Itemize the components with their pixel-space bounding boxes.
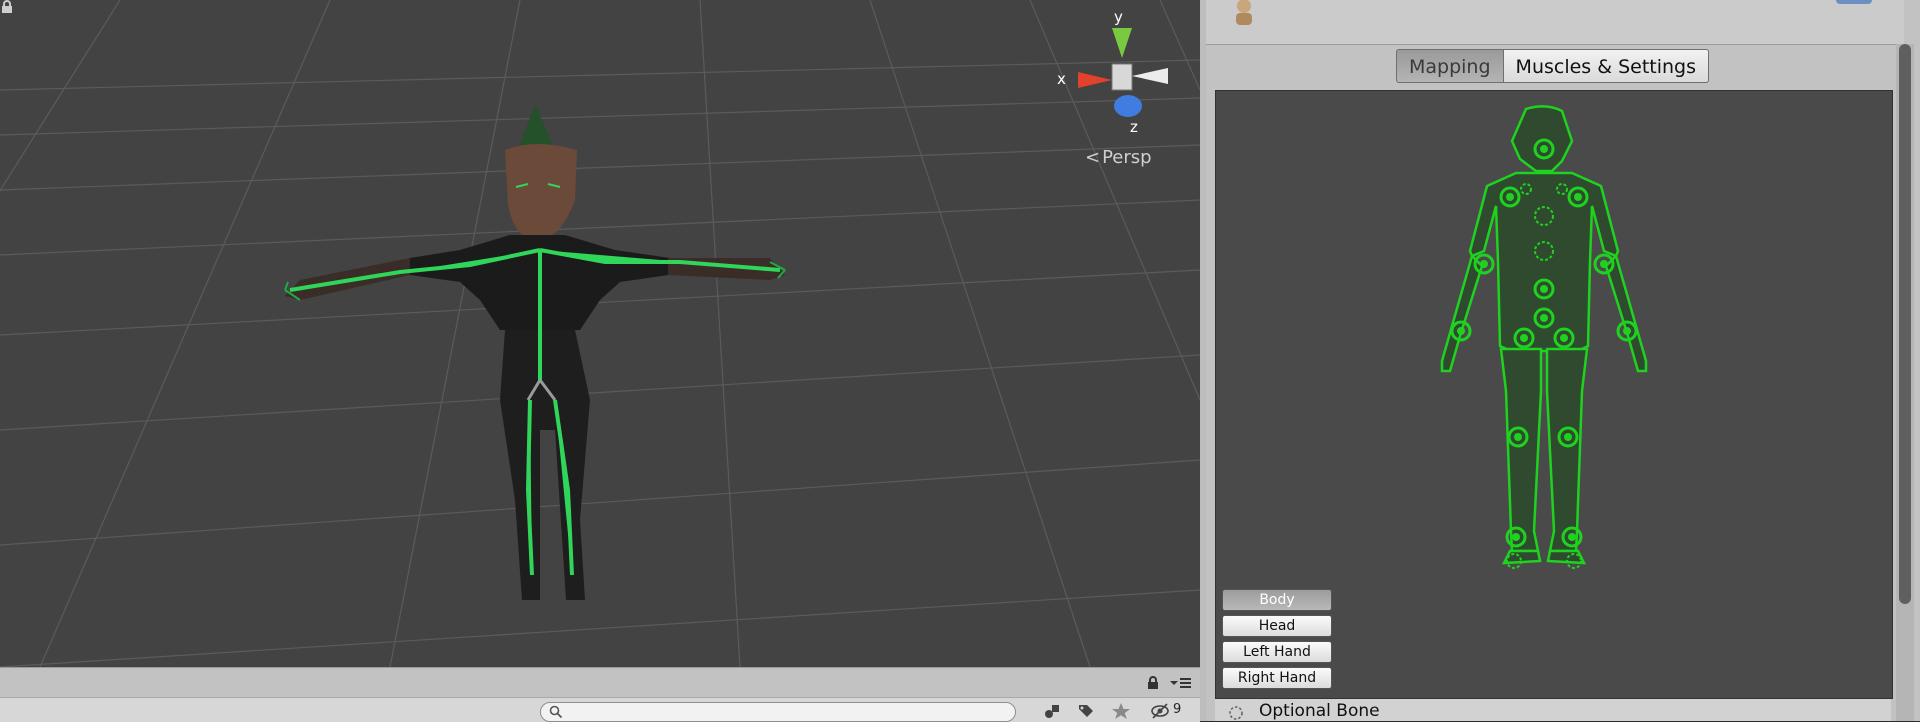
search-field[interactable] <box>540 702 1016 722</box>
window-tab-icon[interactable] <box>1836 0 1872 4</box>
optional-bone-icon <box>1229 706 1243 720</box>
project-toolbar: 9 <box>0 697 1200 722</box>
gizmo-x-label: x <box>1057 70 1066 88</box>
gizmo-z-label: z <box>1130 118 1138 136</box>
orientation-gizmo[interactable] <box>1078 28 1168 117</box>
hidden-count: 9 <box>1173 702 1182 717</box>
hidden-packages-icon[interactable] <box>1150 702 1170 720</box>
body-view-button[interactable]: Body <box>1222 589 1332 611</box>
tab-mapping[interactable]: Mapping <box>1396 49 1504 83</box>
project-header <box>0 667 1200 698</box>
context-menu-icon[interactable] <box>1168 676 1192 690</box>
head-view-button[interactable]: Head <box>1222 615 1332 637</box>
scene-viewport[interactable]: y x z <box>0 0 1200 667</box>
body-part-selector: Body Head Left Hand Right Hand <box>1222 589 1332 689</box>
tab-muscles-settings[interactable]: Muscles & Settings <box>1503 49 1710 83</box>
avatar-icon <box>1236 0 1252 25</box>
avatar-inspector: Mapping Muscles & Settings Body Head Lef… <box>1206 0 1920 721</box>
inspector-tabs: Mapping Muscles & Settings <box>1396 49 1710 85</box>
inspector-header <box>1206 0 1904 45</box>
ground-grid <box>0 0 1200 667</box>
filter-by-label-icon[interactable] <box>1076 702 1096 720</box>
filter-by-type-icon[interactable] <box>1043 702 1063 720</box>
bone-legend: Optional Bone <box>1215 699 1891 721</box>
lock-icon[interactable] <box>1146 676 1160 690</box>
right-hand-view-button[interactable]: Right Hand <box>1222 667 1332 689</box>
favorites-star-icon[interactable] <box>1111 702 1131 720</box>
scene-view[interactable]: y x z < Persp <box>0 0 1200 667</box>
body-silhouette <box>1440 105 1648 565</box>
left-hand-view-button[interactable]: Left Hand <box>1222 641 1332 663</box>
projection-toggle[interactable]: < Persp <box>1085 147 1152 168</box>
character-model[interactable] <box>284 104 786 600</box>
search-input[interactable] <box>567 704 1011 722</box>
inspector-scrollbar[interactable] <box>1896 44 1914 721</box>
chevron-left-icon: < <box>1085 147 1101 168</box>
lock-icon[interactable] <box>0 0 14 14</box>
search-icon <box>549 705 563 719</box>
optional-bone-label: Optional Bone <box>1259 701 1380 721</box>
projection-label: Persp <box>1102 147 1152 168</box>
avatar-body-panel: Body Head Left Hand Right Hand <box>1215 90 1893 699</box>
scrollbar-thumb[interactable] <box>1899 44 1911 604</box>
gizmo-y-label: y <box>1114 8 1123 26</box>
